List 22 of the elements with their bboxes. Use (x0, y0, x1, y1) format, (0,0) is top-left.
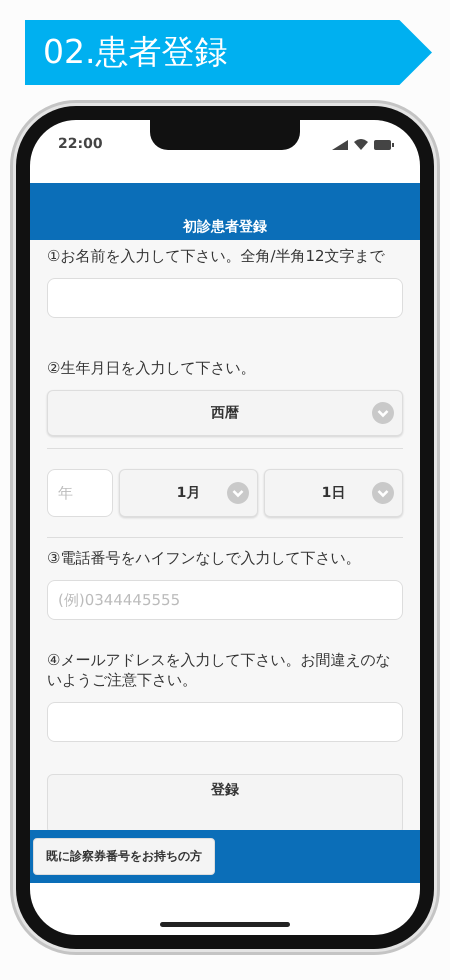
input-field[interactable]: (例)0344445555 (47, 580, 403, 620)
chevron-down-icon (372, 482, 394, 504)
wifi-icon (354, 139, 368, 150)
day-select[interactable]: 1日 (264, 469, 403, 517)
era-select[interactable]: 西暦 (47, 390, 403, 436)
input-field[interactable] (47, 278, 403, 318)
register-button[interactable]: 登録 (47, 774, 403, 830)
field-label: ③電話番号をハイフンなしで入力して下さい。 (47, 548, 362, 568)
existing-patient-button[interactable]: 既に診察券番号をお持ちの方 (33, 838, 215, 875)
header-title: 初診患者登録 (183, 218, 267, 236)
page-title: 02.患者登録 (43, 31, 228, 73)
year-field[interactable]: 年 (47, 469, 113, 517)
month-select[interactable]: 1月 (119, 469, 258, 517)
chevron-down-icon (227, 482, 249, 504)
field-label: ②生年月日を入力して下さい。 (47, 358, 256, 378)
field-label: ④メールアドレスを入力して下さい。お間違えのないようご注意下さい。 (47, 650, 392, 690)
field-label: ①お名前を入力して下さい。全角/半角12文字まで (47, 246, 386, 266)
input-field[interactable] (47, 702, 403, 742)
battery-icon (374, 140, 394, 150)
status-time: 22:00 (58, 136, 103, 152)
chevron-down-icon (372, 402, 394, 424)
signal-icon (332, 140, 348, 150)
